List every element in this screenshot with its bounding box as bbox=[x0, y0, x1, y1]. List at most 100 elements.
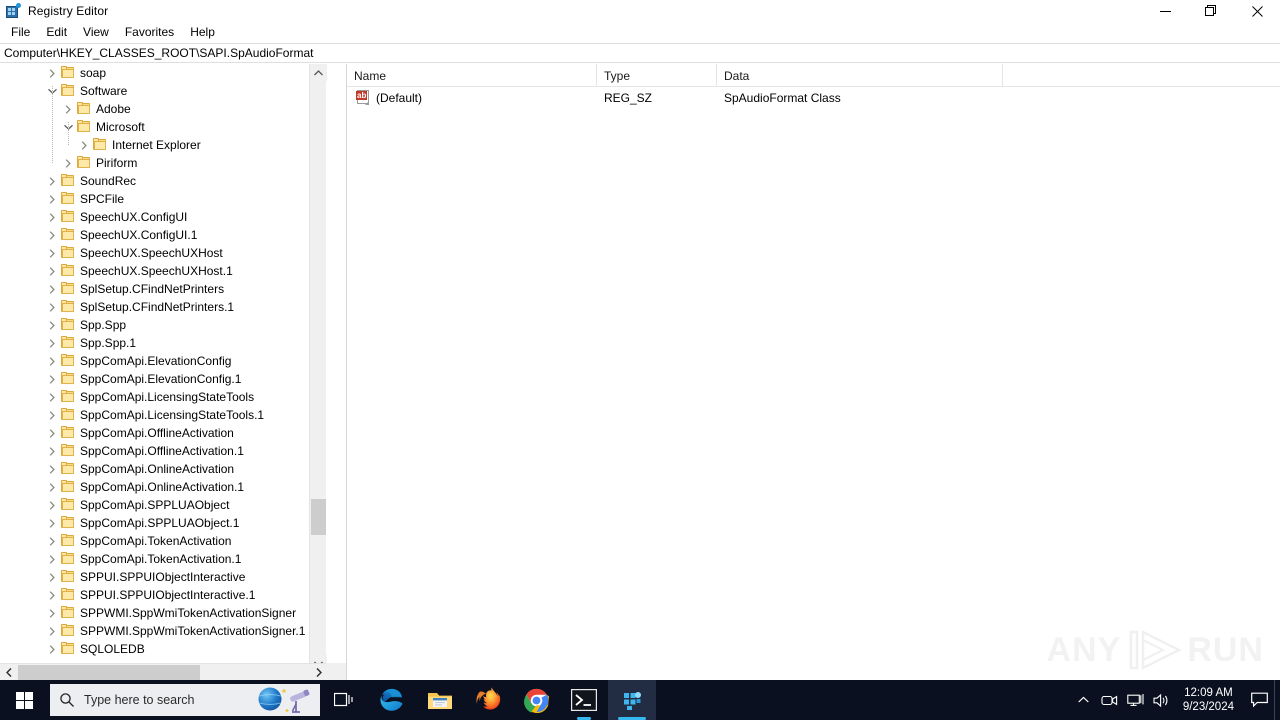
tree-item[interactable]: Spp.Spp.1 bbox=[0, 334, 327, 352]
tree-vertical-scrollbar[interactable] bbox=[309, 64, 327, 672]
chevron-right-icon[interactable] bbox=[44, 605, 60, 621]
tree-item[interactable]: SPPUI.SPPUIObjectInteractive bbox=[0, 568, 327, 586]
menu-file[interactable]: File bbox=[3, 23, 38, 42]
task-view-button[interactable] bbox=[320, 680, 368, 720]
taskbar-windows-powershell[interactable] bbox=[560, 680, 608, 720]
chevron-right-icon[interactable] bbox=[44, 281, 60, 297]
chevron-right-icon[interactable] bbox=[44, 299, 60, 315]
address-bar[interactable]: Computer\HKEY_CLASSES_ROOT\SAPI.SpAudioF… bbox=[0, 43, 1280, 63]
chevron-right-icon[interactable] bbox=[44, 497, 60, 513]
tree-item[interactable]: SppComApi.TokenActivation.1 bbox=[0, 550, 327, 568]
taskbar-mozilla-firefox[interactable] bbox=[464, 680, 512, 720]
menu-view[interactable]: View bbox=[75, 23, 117, 42]
menu-help[interactable]: Help bbox=[182, 23, 223, 42]
tree-item[interactable]: SPPUI.SPPUIObjectInteractive.1 bbox=[0, 586, 327, 604]
menu-favorites[interactable]: Favorites bbox=[117, 23, 182, 42]
tree-item[interactable]: Adobe bbox=[0, 100, 327, 118]
chevron-right-icon[interactable] bbox=[60, 101, 76, 117]
close-button[interactable] bbox=[1234, 0, 1280, 22]
chevron-right-icon[interactable] bbox=[44, 461, 60, 477]
chevron-right-icon[interactable] bbox=[44, 389, 60, 405]
chevron-right-icon[interactable] bbox=[44, 173, 60, 189]
taskbar-file-explorer[interactable] bbox=[416, 680, 464, 720]
tree-item[interactable]: Microsoft bbox=[0, 118, 327, 136]
tree-item[interactable]: SppComApi.OfflineActivation bbox=[0, 424, 327, 442]
tree-item[interactable]: SppComApi.TokenActivation bbox=[0, 532, 327, 550]
tree-item[interactable]: SQLOLEDB bbox=[0, 640, 327, 658]
tree-item[interactable]: Piriform bbox=[0, 154, 327, 172]
scroll-left-button[interactable] bbox=[0, 664, 17, 680]
minimize-button[interactable] bbox=[1142, 0, 1188, 22]
tree-item[interactable]: Spp.Spp bbox=[0, 316, 327, 334]
chevron-right-icon[interactable] bbox=[44, 65, 60, 81]
tree-item[interactable]: SppComApi.SPPLUAObject bbox=[0, 496, 327, 514]
taskbar-google-chrome[interactable] bbox=[512, 680, 560, 720]
tree-item[interactable]: SppComApi.OnlineActivation.1 bbox=[0, 478, 327, 496]
chevron-right-icon[interactable] bbox=[44, 353, 60, 369]
tree-item[interactable]: SoundRec bbox=[0, 172, 327, 190]
scroll-up-button[interactable] bbox=[310, 64, 327, 81]
action-center-button[interactable] bbox=[1244, 680, 1274, 720]
tree-item[interactable]: SppComApi.SPPLUAObject.1 bbox=[0, 514, 327, 532]
chevron-right-icon[interactable] bbox=[60, 155, 76, 171]
column-header[interactable] bbox=[1003, 64, 1277, 87]
chevron-right-icon[interactable] bbox=[44, 479, 60, 495]
chevron-right-icon[interactable] bbox=[44, 245, 60, 261]
restore-button[interactable] bbox=[1188, 0, 1234, 22]
value-row[interactable]: ab (Default) REG_SZ SpAudioFormat Class bbox=[347, 87, 1280, 108]
chevron-right-icon[interactable] bbox=[44, 551, 60, 567]
tree-item[interactable]: soap bbox=[0, 64, 327, 82]
tree-item[interactable]: SPPWMI.SppWmiTokenActivationSigner.1 bbox=[0, 622, 327, 640]
chevron-right-icon[interactable] bbox=[44, 317, 60, 333]
taskbar-microsoft-edge[interactable] bbox=[368, 680, 416, 720]
tree-item[interactable]: SplSetup.CFindNetPrinters.1 bbox=[0, 298, 327, 316]
tree-hscrollbar-thumb[interactable] bbox=[18, 665, 200, 680]
show-hidden-icons-button[interactable] bbox=[1071, 680, 1097, 720]
column-header[interactable]: Data bbox=[717, 64, 1003, 87]
tree-item[interactable]: SpeechUX.ConfigUI.1 bbox=[0, 226, 327, 244]
chevron-right-icon[interactable] bbox=[44, 641, 60, 657]
tree-item[interactable]: Internet Explorer bbox=[0, 136, 327, 154]
scroll-right-button[interactable] bbox=[310, 664, 327, 680]
tree-item[interactable]: SpeechUX.ConfigUI bbox=[0, 208, 327, 226]
chevron-right-icon[interactable] bbox=[44, 335, 60, 351]
tree-scrollbar-thumb[interactable] bbox=[311, 499, 326, 535]
tree-item[interactable]: SplSetup.CFindNetPrinters bbox=[0, 280, 327, 298]
clock[interactable]: 12:09 AM 9/23/2024 bbox=[1175, 680, 1244, 720]
tree-item[interactable]: SppComApi.ElevationConfig.1 bbox=[0, 370, 327, 388]
chevron-right-icon[interactable] bbox=[44, 533, 60, 549]
tree-item[interactable]: SppComApi.LicensingStateTools.1 bbox=[0, 406, 327, 424]
tree-horizontal-scrollbar[interactable] bbox=[0, 663, 327, 680]
menu-edit[interactable]: Edit bbox=[38, 23, 75, 42]
column-header[interactable]: Type bbox=[597, 64, 717, 87]
tree-item[interactable]: SppComApi.OnlineActivation bbox=[0, 460, 327, 478]
start-button[interactable] bbox=[0, 680, 48, 720]
chevron-right-icon[interactable] bbox=[44, 209, 60, 225]
tree-item[interactable]: SPPWMI.SppWmiTokenActivationSigner bbox=[0, 604, 327, 622]
chevron-right-icon[interactable] bbox=[44, 587, 60, 603]
tree-item[interactable]: SPCFile bbox=[0, 190, 327, 208]
column-header[interactable]: Name bbox=[347, 64, 597, 87]
tree-item[interactable]: SpeechUX.SpeechUXHost bbox=[0, 244, 327, 262]
tree-item[interactable]: SppComApi.LicensingStateTools bbox=[0, 388, 327, 406]
chevron-right-icon[interactable] bbox=[44, 191, 60, 207]
tree-item[interactable]: Software bbox=[0, 82, 327, 100]
chevron-right-icon[interactable] bbox=[44, 425, 60, 441]
chevron-right-icon[interactable] bbox=[44, 371, 60, 387]
tree-item[interactable]: SpeechUX.SpeechUXHost.1 bbox=[0, 262, 327, 280]
network-icon[interactable] bbox=[1123, 680, 1149, 720]
chevron-right-icon[interactable] bbox=[44, 407, 60, 423]
values-list[interactable]: ab (Default) REG_SZ SpAudioFormat Class bbox=[347, 87, 1280, 108]
search-input[interactable]: Type here to search bbox=[50, 684, 320, 716]
tree-item[interactable]: SppComApi.OfflineActivation.1 bbox=[0, 442, 327, 460]
chevron-right-icon[interactable] bbox=[44, 623, 60, 639]
chevron-right-icon[interactable] bbox=[44, 569, 60, 585]
show-desktop-button[interactable] bbox=[1274, 680, 1280, 720]
registry-tree[interactable]: soap Software Adobe Microsoft Internet Explo… bbox=[0, 64, 327, 672]
volume-icon[interactable] bbox=[1149, 680, 1175, 720]
chevron-right-icon[interactable] bbox=[44, 443, 60, 459]
chevron-right-icon[interactable] bbox=[44, 227, 60, 243]
chevron-right-icon[interactable] bbox=[44, 263, 60, 279]
tree-item[interactable]: SppComApi.ElevationConfig bbox=[0, 352, 327, 370]
camera-icon[interactable] bbox=[1097, 680, 1123, 720]
